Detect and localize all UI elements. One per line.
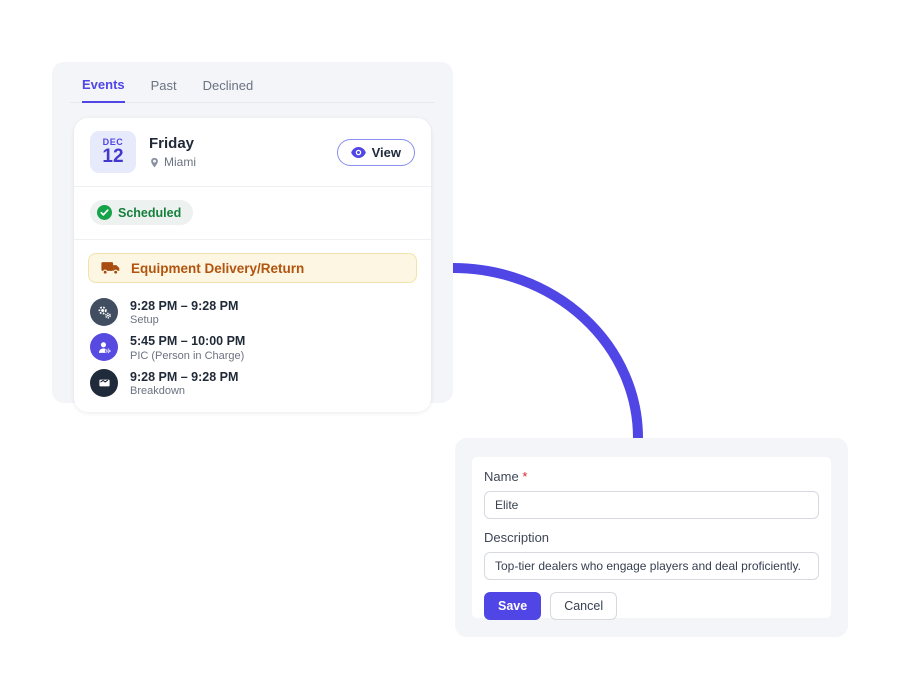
name-label-text: Name <box>484 469 519 484</box>
schedule-label: PIC (Person in Charge) <box>130 350 245 362</box>
form-panel: Name * Description Save Cancel <box>455 438 848 637</box>
schedule-row-pic: 5:45 PM – 10:00 PM PIC (Person in Charge… <box>74 329 431 364</box>
schedule-list: 9:28 PM – 9:28 PM Setup 5:45 PM – 10:00 … <box>74 292 431 412</box>
cancel-button[interactable]: Cancel <box>550 592 617 620</box>
location-pin-icon <box>149 156 160 169</box>
box-icon <box>90 369 118 397</box>
event-location: Miami <box>149 155 324 169</box>
schedule-label: Breakdown <box>130 385 238 397</box>
schedule-row-text: 5:45 PM – 10:00 PM PIC (Person in Charge… <box>130 333 245 361</box>
equipment-banner-label: Equipment Delivery/Return <box>131 261 304 276</box>
status-row: Scheduled <box>74 187 431 239</box>
schedule-row-text: 9:28 PM – 9:28 PM Breakdown <box>130 369 238 397</box>
schedule-label: Setup <box>130 314 238 326</box>
form-card: Name * Description Save Cancel <box>472 457 831 618</box>
view-button[interactable]: View <box>337 139 415 166</box>
form-actions: Save Cancel <box>484 592 819 620</box>
status-divider <box>74 239 431 240</box>
schedule-time: 9:28 PM – 9:28 PM <box>130 298 238 314</box>
event-location-label: Miami <box>164 155 196 169</box>
schedule-row-breakdown: 9:28 PM – 9:28 PM Breakdown <box>74 365 431 400</box>
schedule-time: 5:45 PM – 10:00 PM <box>130 333 245 349</box>
required-marker: * <box>522 469 527 484</box>
save-button[interactable]: Save <box>484 592 541 620</box>
event-card: DEC 12 Friday Miami View <box>74 118 431 412</box>
gears-icon <box>90 298 118 326</box>
person-gear-icon <box>90 333 118 361</box>
events-panel: Events Past Declined DEC 12 Friday Miami <box>52 62 453 403</box>
schedule-row-setup: 9:28 PM – 9:28 PM Setup <box>74 294 431 329</box>
tab-events[interactable]: Events <box>82 77 125 103</box>
eye-icon <box>351 147 366 158</box>
description-field-label: Description <box>484 530 819 545</box>
check-circle-icon <box>97 205 112 220</box>
tab-past[interactable]: Past <box>151 78 177 102</box>
description-field[interactable] <box>484 552 819 580</box>
name-field[interactable] <box>484 491 819 519</box>
name-field-label: Name * <box>484 469 819 484</box>
event-card-header: DEC 12 Friday Miami View <box>74 118 431 186</box>
view-button-label: View <box>372 145 401 160</box>
equipment-banner[interactable]: Equipment Delivery/Return <box>88 253 417 283</box>
schedule-row-text: 9:28 PM – 9:28 PM Setup <box>130 298 238 326</box>
schedule-time: 9:28 PM – 9:28 PM <box>130 369 238 385</box>
truck-icon <box>101 260 121 276</box>
date-badge: DEC 12 <box>90 131 136 173</box>
status-badge-label: Scheduled <box>118 206 181 220</box>
tab-bar: Events Past Declined <box>70 62 435 103</box>
status-badge: Scheduled <box>90 200 193 225</box>
tab-declined[interactable]: Declined <box>203 78 254 102</box>
event-title-block: Friday Miami <box>149 135 324 169</box>
event-title: Friday <box>149 135 324 152</box>
date-day: 12 <box>102 147 123 167</box>
